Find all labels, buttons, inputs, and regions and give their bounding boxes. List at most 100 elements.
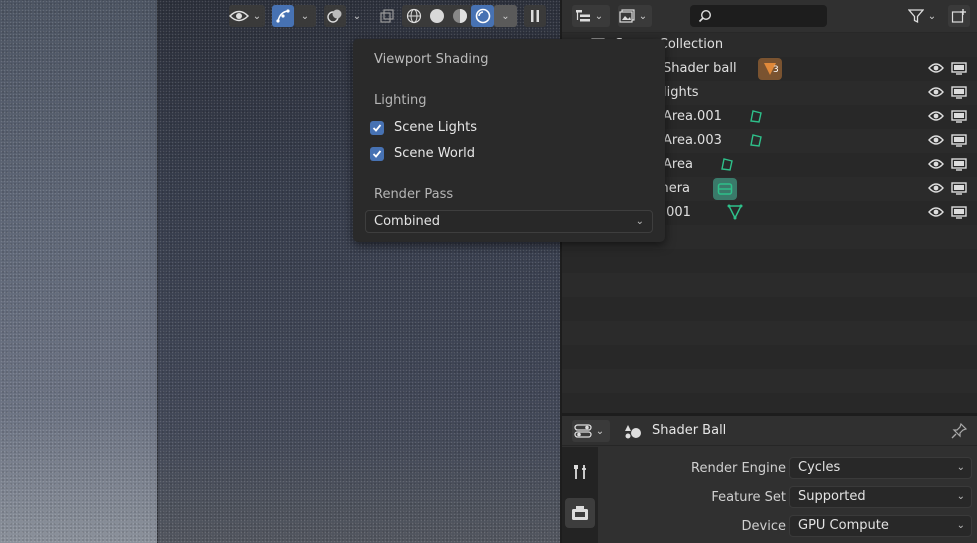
shading-mode-group: ⌄ <box>402 5 517 27</box>
outliner-empty-row <box>562 369 977 393</box>
device-label: Device <box>741 519 786 534</box>
editor-type-button[interactable]: ⌄ <box>572 5 610 27</box>
area-light-data-icon[interactable] <box>748 132 764 148</box>
wireframe-sphere-icon <box>406 8 421 24</box>
pin-icon[interactable] <box>951 423 967 439</box>
tab-tool[interactable] <box>565 457 595 487</box>
monitor-icon[interactable] <box>951 134 967 147</box>
chevron-down-icon: ⌄ <box>956 491 965 502</box>
outliner-icon <box>576 10 590 22</box>
pause-icon <box>531 10 539 22</box>
tool-icon <box>574 465 586 479</box>
overlays-icon <box>327 9 342 23</box>
eye-icon[interactable] <box>928 110 944 122</box>
filter-button[interactable]: ⌄ <box>905 5 943 27</box>
viewport-shading-popover: Viewport Shading Lighting Scene Lights S… <box>353 39 665 242</box>
outliner-empty-row <box>562 273 977 297</box>
badge-count: 3 <box>773 65 779 75</box>
eye-icon[interactable] <box>928 206 944 218</box>
scene-lights-checkbox[interactable]: Scene Lights <box>370 120 477 135</box>
new-collection-button[interactable] <box>948 5 970 27</box>
outliner-empty-row <box>562 393 977 413</box>
render-pass-section-label: Render Pass <box>374 187 454 202</box>
outliner-header: ⌄ ⌄ ⌄ <box>562 0 977 32</box>
outliner-row-label: Area <box>663 157 693 172</box>
eye-icon[interactable] <box>928 134 944 146</box>
outliner-row-label: Area.003 <box>663 133 722 148</box>
rendered-shading-button[interactable] <box>471 5 494 27</box>
eye-icon[interactable] <box>928 86 944 98</box>
render-engine-dropdown[interactable]: Cycles ⌄ <box>789 457 972 479</box>
overlays-toggle-button[interactable] <box>324 5 346 27</box>
eye-icon[interactable] <box>928 62 944 74</box>
monitor-icon[interactable] <box>951 62 967 75</box>
properties-editor: ⌄ Shader Ball Render Engine Cycles ⌄ Fea… <box>562 416 977 543</box>
material-sphere-icon <box>452 9 467 23</box>
render-engine-value: Cycles <box>798 460 841 475</box>
eye-icon[interactable] <box>928 182 944 194</box>
scene-world-checkbox[interactable]: Scene World <box>370 146 475 161</box>
display-mode-button[interactable]: ⌄ <box>618 5 652 27</box>
outliner-empty-row <box>562 297 977 321</box>
xray-toggle-button[interactable] <box>376 5 398 27</box>
new-collection-icon <box>951 9 966 23</box>
properties-header: ⌄ Shader Ball <box>562 416 977 446</box>
feature-set-label: Feature Set <box>711 490 786 505</box>
feature-set-row: Feature Set Supported ⌄ <box>598 486 977 510</box>
scene-world-label: Scene World <box>394 146 476 161</box>
scene-icon <box>625 425 641 439</box>
wireframe-shading-button[interactable] <box>402 5 425 27</box>
object-type-badge[interactable]: 3 <box>758 58 782 80</box>
monitor-icon[interactable] <box>951 110 967 123</box>
tab-render[interactable] <box>565 498 595 528</box>
scene-lights-label: Scene Lights <box>394 120 477 135</box>
render-pass-value: Combined <box>374 214 441 229</box>
area-light-data-icon[interactable] <box>748 108 764 124</box>
chevron-down-icon: ⌄ <box>956 462 965 473</box>
lighting-section-label: Lighting <box>374 93 427 108</box>
gizmo-toggle-button[interactable] <box>272 5 294 27</box>
shading-options-dropdown[interactable]: ⌄ <box>494 5 517 27</box>
camera-data-button[interactable] <box>713 178 737 200</box>
device-value: GPU Compute <box>798 518 889 533</box>
feature-set-dropdown[interactable]: Supported ⌄ <box>789 486 972 508</box>
mesh-data-icon[interactable] <box>727 204 743 220</box>
chevron-down-icon: ⌄ <box>252 10 262 22</box>
render-engine-label: Render Engine <box>691 461 786 476</box>
render-pass-dropdown[interactable]: Combined ⌄ <box>365 210 653 233</box>
solid-shading-button[interactable] <box>425 5 448 27</box>
outliner-row-label: Area.001 <box>663 109 722 124</box>
camera-data-icon <box>717 183 733 195</box>
pause-render-button[interactable] <box>524 5 546 27</box>
properties-icon <box>574 424 592 438</box>
area-light-data-icon[interactable] <box>719 156 735 172</box>
outliner-empty-row <box>562 249 977 273</box>
gizmo-options-dropdown[interactable]: ⌄ <box>294 5 316 27</box>
outliner-empty-row <box>562 345 977 369</box>
render-engine-row: Render Engine Cycles ⌄ <box>598 457 977 481</box>
xray-icon <box>380 9 394 23</box>
overlays-options-dropdown[interactable]: ⌄ <box>346 5 368 27</box>
monitor-icon[interactable] <box>951 206 967 219</box>
viewport-header: ⌄ ⌄ ⌄ ⌄ <box>229 5 546 27</box>
editor-type-button[interactable]: ⌄ <box>572 420 610 442</box>
popover-title: Viewport Shading <box>374 52 489 67</box>
monitor-icon[interactable] <box>951 158 967 171</box>
eye-icon <box>229 10 249 22</box>
outliner-search-input[interactable] <box>690 5 827 27</box>
monitor-icon[interactable] <box>951 86 967 99</box>
monitor-icon[interactable] <box>951 182 967 195</box>
object-visibility-button[interactable]: ⌄ <box>229 5 265 27</box>
material-shading-button[interactable] <box>448 5 471 27</box>
device-dropdown[interactable]: GPU Compute ⌄ <box>789 515 972 537</box>
chevron-down-icon: ⌄ <box>638 10 648 22</box>
outliner-row-label: lights <box>663 85 699 100</box>
eye-icon[interactable] <box>928 158 944 170</box>
render-camera-back-icon <box>572 506 588 520</box>
gizmo-icon <box>276 9 290 23</box>
device-row: Device GPU Compute ⌄ <box>598 515 977 539</box>
properties-tabs <box>562 447 598 543</box>
search-icon <box>698 9 712 23</box>
filter-icon <box>908 9 924 24</box>
chevron-down-icon: ⌄ <box>501 10 510 22</box>
